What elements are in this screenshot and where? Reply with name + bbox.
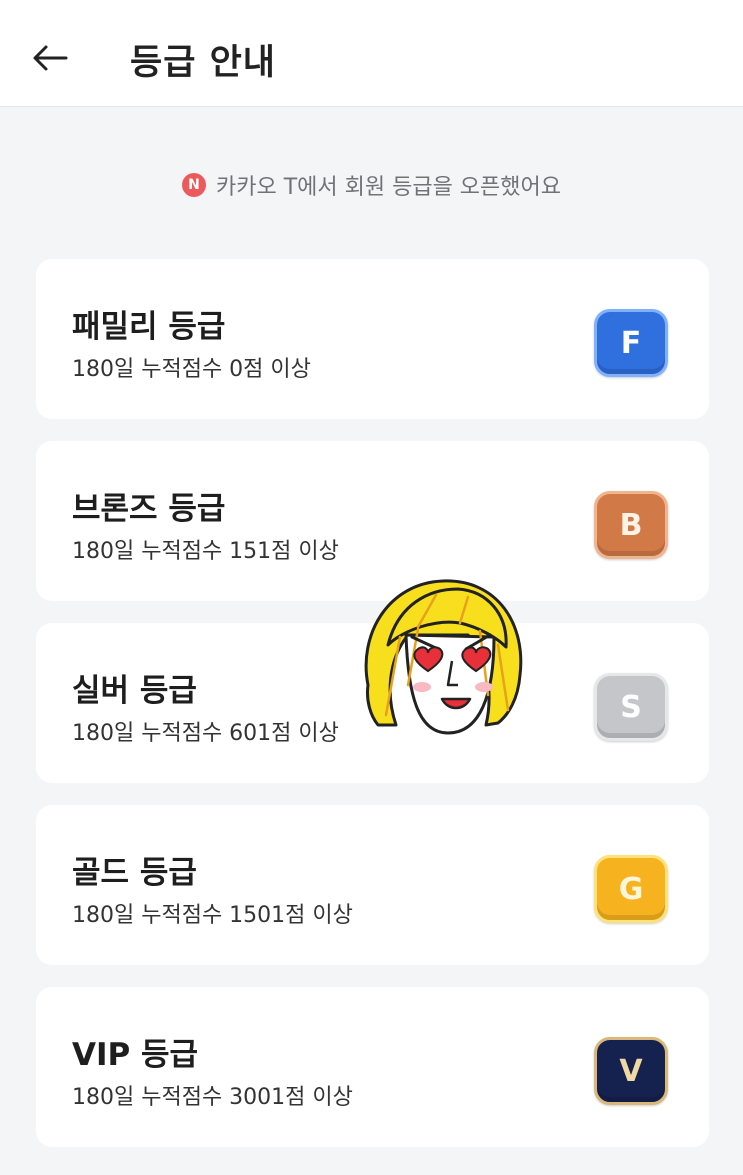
page-title: 등급 안내	[130, 43, 276, 83]
tier-title: 골드 등급	[72, 855, 197, 891]
notice-banner: N 카카오 T에서 회원 등급을 오픈했어요	[0, 170, 743, 200]
tier-card-vip[interactable]: VIP 등급 180일 누적점수 3001점 이상 V	[36, 987, 709, 1147]
notice-text: 카카오 T에서 회원 등급을 오픈했어요	[215, 175, 561, 200]
tier-badge-icon: S	[594, 673, 668, 741]
tier-title: 패밀리 등급	[72, 309, 226, 345]
tier-badge-icon: V	[594, 1037, 668, 1105]
tier-description: 180일 누적점수 601점 이상	[72, 721, 339, 746]
new-badge: N	[181, 173, 206, 197]
tier-description: 180일 누적점수 3001점 이상	[72, 1085, 353, 1110]
tier-description: 180일 누적점수 151점 이상	[72, 539, 339, 564]
tier-badge-icon: F	[594, 309, 668, 377]
app-header: 등급 안내	[0, 0, 743, 107]
arrow-left-icon[interactable]	[30, 38, 70, 78]
tier-title: 실버 등급	[72, 673, 197, 709]
tier-description: 180일 누적점수 0점 이상	[72, 357, 311, 382]
tier-title: VIP 등급	[72, 1037, 199, 1073]
tier-title: 브론즈 등급	[72, 491, 226, 527]
tier-badge-icon: G	[594, 855, 668, 923]
heart-eyes-sticker-icon	[364, 579, 523, 735]
tier-description: 180일 누적점수 1501점 이상	[72, 903, 353, 928]
tier-card-gold[interactable]: 골드 등급 180일 누적점수 1501점 이상 G	[36, 805, 709, 965]
tier-badge-icon: B	[594, 491, 668, 559]
tier-card-family[interactable]: 패밀리 등급 180일 누적점수 0점 이상 F	[36, 259, 709, 419]
